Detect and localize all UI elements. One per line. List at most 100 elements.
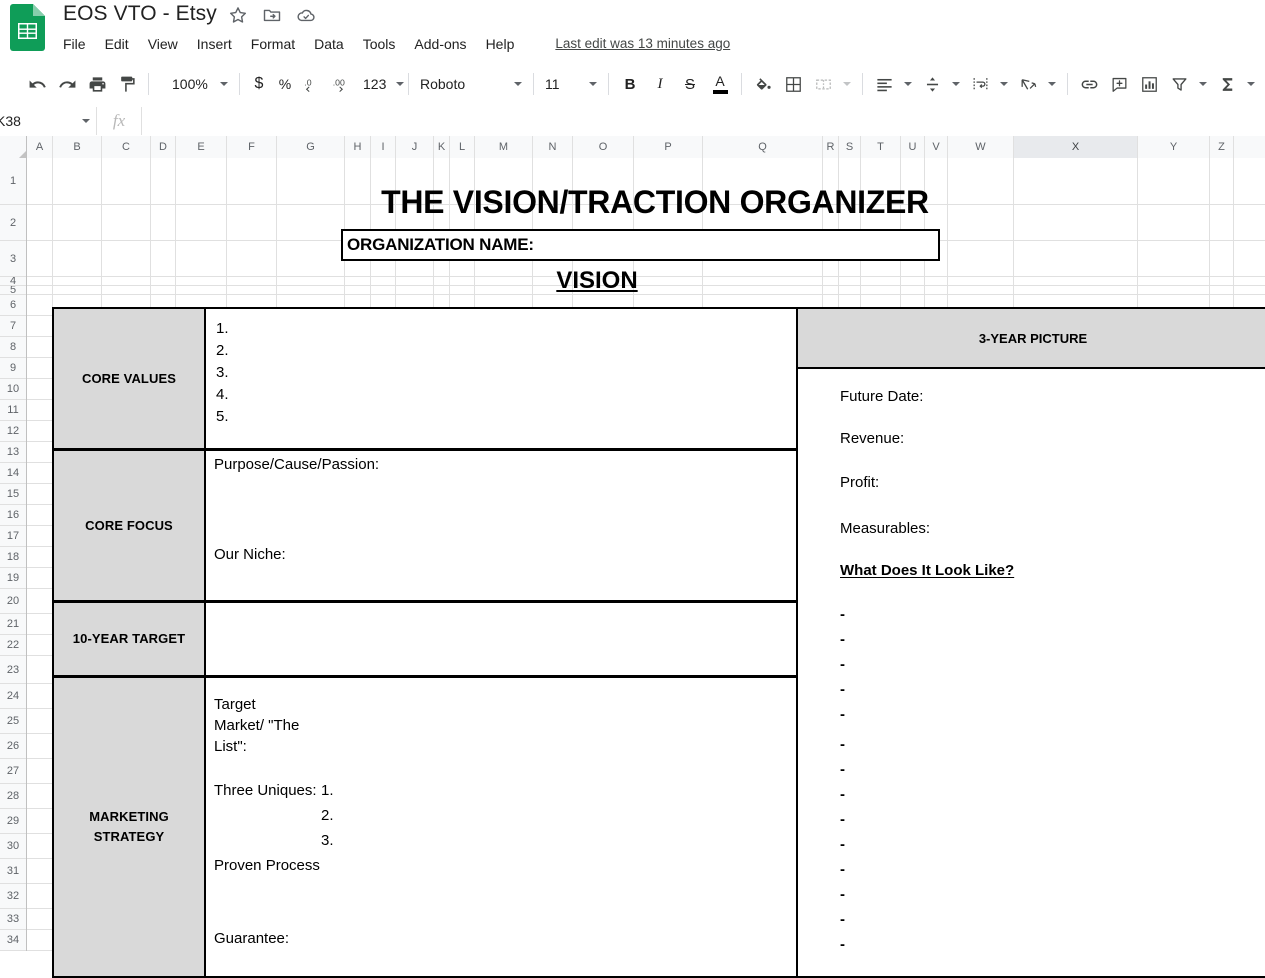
merge-cells-icon[interactable] <box>808 69 838 99</box>
row-header-29[interactable]: 29 <box>0 809 26 834</box>
row-header-26[interactable]: 26 <box>0 734 26 759</box>
column-header-F[interactable]: F <box>227 136 277 158</box>
chevron-down-icon[interactable] <box>82 119 90 123</box>
column-header-O[interactable]: O <box>573 136 634 158</box>
column-header-A[interactable]: A <box>27 136 53 158</box>
row-header-14[interactable]: 14 <box>0 463 26 484</box>
column-header-AA[interactable]: AA <box>1234 136 1265 158</box>
core-values-body[interactable]: 1. 2. 3. 4. 5. <box>206 309 822 448</box>
undo-icon[interactable] <box>22 69 52 99</box>
chevron-down-icon[interactable] <box>1048 82 1056 86</box>
italic-button[interactable]: I <box>645 69 675 99</box>
row-header-9[interactable]: 9 <box>0 358 26 379</box>
row-header-7[interactable]: 7 <box>0 316 26 337</box>
chevron-down-icon[interactable] <box>589 82 597 86</box>
column-header-D[interactable]: D <box>151 136 176 158</box>
row-header-23[interactable]: 23 <box>0 656 26 684</box>
chevron-down-icon[interactable] <box>952 82 960 86</box>
row-header-19[interactable]: 19 <box>0 568 26 589</box>
row-header-10[interactable]: 10 <box>0 379 26 400</box>
column-header-P[interactable]: P <box>634 136 703 158</box>
cloud-saved-icon[interactable] <box>296 5 316 25</box>
menu-item-help[interactable]: Help <box>486 32 515 56</box>
menu-item-view[interactable]: View <box>148 32 178 56</box>
column-header-K[interactable]: K <box>434 136 450 158</box>
menu-item-format[interactable]: Format <box>251 32 295 56</box>
column-header-B[interactable]: B <box>53 136 102 158</box>
three-year-picture-body[interactable]: Future Date: Revenue: Profit: Measurable… <box>798 367 1265 976</box>
column-header-Q[interactable]: Q <box>703 136 823 158</box>
insert-chart-icon[interactable] <box>1134 69 1164 99</box>
row-header-34[interactable]: 34 <box>0 930 26 951</box>
menu-item-addons[interactable]: Add-ons <box>414 32 466 56</box>
text-rotation-icon[interactable] <box>1013 69 1043 99</box>
row-header-2[interactable]: 2 <box>0 205 26 241</box>
row-header-11[interactable]: 11 <box>0 400 26 421</box>
document-title[interactable]: EOS VTO - Etsy <box>63 2 217 26</box>
column-header-G[interactable]: G <box>277 136 345 158</box>
column-header-J[interactable]: J <box>396 136 434 158</box>
borders-icon[interactable] <box>778 69 808 99</box>
column-header-R[interactable]: R <box>823 136 839 158</box>
text-color-button[interactable]: A <box>705 69 735 99</box>
font-size-selector[interactable]: 11 <box>540 71 602 97</box>
column-header-W[interactable]: W <box>948 136 1014 158</box>
formula-input[interactable] <box>142 107 1265 135</box>
chevron-down-icon[interactable] <box>1199 82 1207 86</box>
column-header-H[interactable]: H <box>345 136 371 158</box>
column-header-U[interactable]: U <box>901 136 925 158</box>
increase-decimal-button[interactable]: .00 <box>328 69 358 99</box>
row-header-21[interactable]: 21 <box>0 614 26 635</box>
column-header-S[interactable]: S <box>839 136 861 158</box>
row-header-16[interactable]: 16 <box>0 505 26 526</box>
more-formats-button[interactable]: 123 <box>358 71 405 97</box>
print-icon[interactable] <box>82 69 112 99</box>
move-to-folder-icon[interactable] <box>262 5 282 25</box>
select-all-corner[interactable] <box>0 136 27 158</box>
row-header-25[interactable]: 25 <box>0 709 26 734</box>
chevron-down-icon[interactable] <box>904 82 912 86</box>
last-edit-link[interactable]: Last edit was 13 minutes ago <box>555 32 730 56</box>
row-header-6[interactable]: 6 <box>0 295 26 316</box>
bold-button[interactable]: B <box>615 69 645 99</box>
column-header-Z[interactable]: Z <box>1210 136 1234 158</box>
column-header-V[interactable]: V <box>925 136 948 158</box>
row-header-27[interactable]: 27 <box>0 759 26 784</box>
row-header-12[interactable]: 12 <box>0 421 26 442</box>
column-header-M[interactable]: M <box>475 136 533 158</box>
column-header-T[interactable]: T <box>861 136 901 158</box>
fill-color-icon[interactable] <box>748 69 778 99</box>
menu-item-data[interactable]: Data <box>314 32 344 56</box>
chevron-down-icon[interactable] <box>396 82 405 86</box>
functions-sigma-icon[interactable] <box>1212 69 1242 99</box>
insert-link-icon[interactable] <box>1074 69 1104 99</box>
chevron-down-icon[interactable] <box>843 82 851 86</box>
row-header-32[interactable]: 32 <box>0 884 26 909</box>
row-header-17[interactable]: 17 <box>0 526 26 547</box>
menu-item-insert[interactable]: Insert <box>197 32 232 56</box>
name-box[interactable]: K38 <box>0 107 97 135</box>
row-header-5[interactable]: 5 <box>0 286 26 295</box>
row-header-15[interactable]: 15 <box>0 484 26 505</box>
marketing-strategy-body[interactable]: Target Market/ "The List": Three Uniques… <box>206 678 820 976</box>
row-header-33[interactable]: 33 <box>0 909 26 930</box>
star-icon[interactable] <box>228 5 248 25</box>
column-header-N[interactable]: N <box>533 136 573 158</box>
column-header-L[interactable]: L <box>450 136 475 158</box>
insert-comment-icon[interactable] <box>1104 69 1134 99</box>
chevron-down-icon[interactable] <box>1000 82 1008 86</box>
menu-item-tools[interactable]: Tools <box>363 32 396 56</box>
row-header-28[interactable]: 28 <box>0 784 26 809</box>
percent-format-button[interactable]: % <box>272 69 298 99</box>
chevron-down-icon[interactable] <box>1247 82 1255 86</box>
chevron-down-icon[interactable] <box>514 82 522 86</box>
horizontal-align-icon[interactable] <box>869 69 899 99</box>
strikethrough-button[interactable]: S <box>675 69 705 99</box>
row-header-18[interactable]: 18 <box>0 547 26 568</box>
redo-icon[interactable] <box>52 69 82 99</box>
menu-item-edit[interactable]: Edit <box>105 32 129 56</box>
menu-item-file[interactable]: File <box>63 32 86 56</box>
column-header-C[interactable]: C <box>102 136 151 158</box>
row-header-22[interactable]: 22 <box>0 635 26 656</box>
ten-year-target-body[interactable] <box>206 603 820 675</box>
